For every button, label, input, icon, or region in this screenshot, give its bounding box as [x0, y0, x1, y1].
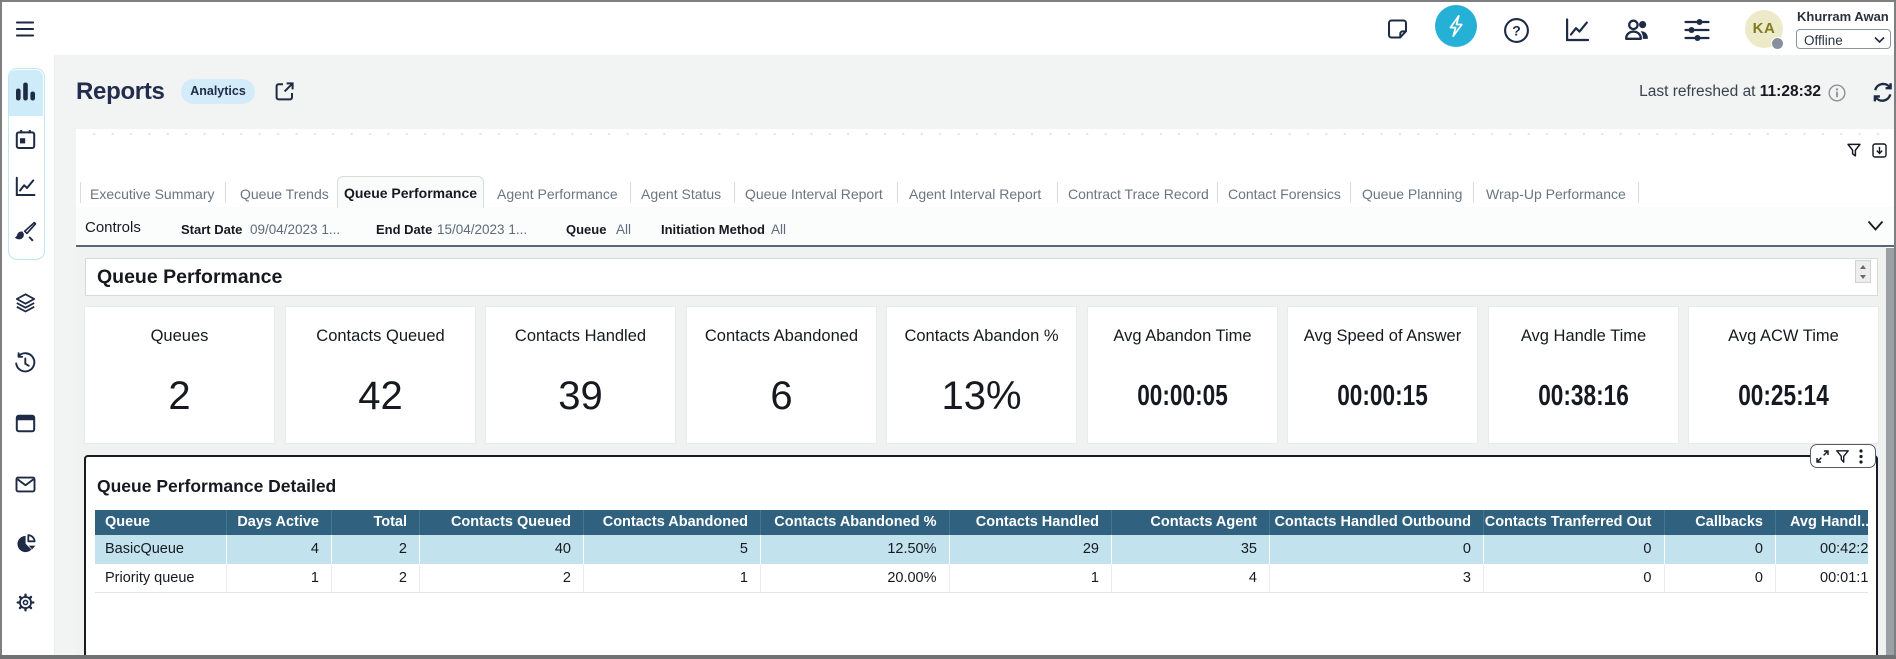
svg-text:?: ?	[1512, 22, 1521, 38]
